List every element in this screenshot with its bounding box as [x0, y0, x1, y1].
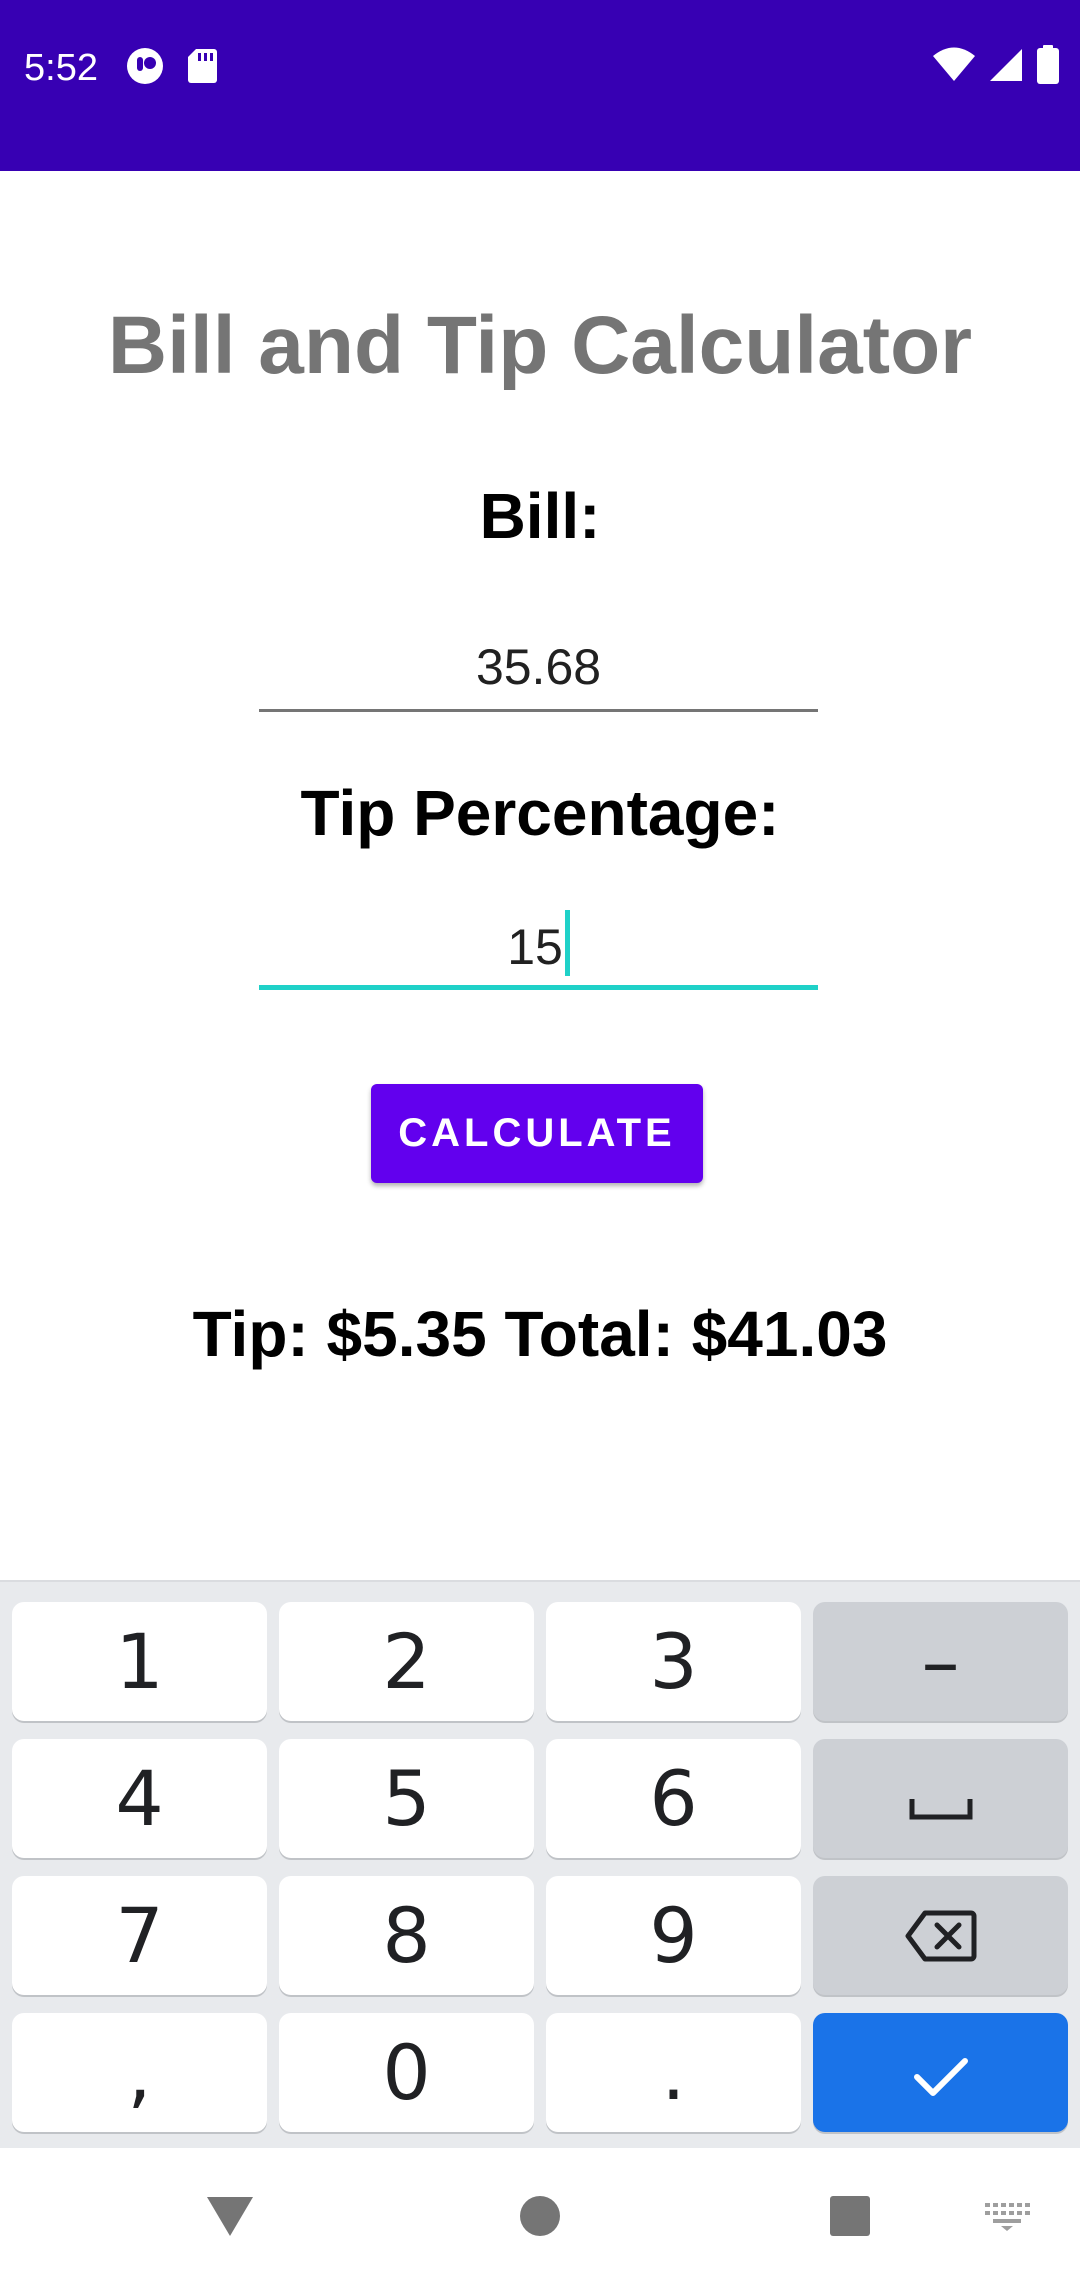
cell-signal-icon	[988, 47, 1024, 88]
notification-app-icon	[126, 47, 164, 90]
wifi-icon	[932, 47, 976, 88]
calculate-button-label: CALCULATE	[398, 1111, 676, 1155]
keyboard-switch-icon	[984, 2201, 1030, 2236]
checkmark-icon	[913, 2028, 969, 2117]
key-7[interactable]: 7	[12, 1876, 267, 1995]
back-icon	[205, 2194, 255, 2243]
phone-screen: 5:52 Bill and Tip Calculator Bill: 35.68…	[0, 0, 1080, 2280]
status-right-icons	[932, 44, 1060, 90]
recents-button[interactable]	[820, 2188, 880, 2248]
bill-label: Bill:	[479, 480, 601, 552]
key-minus-label: –	[921, 1617, 960, 1706]
key-1-label: 1	[115, 1617, 164, 1706]
key-3-label: 3	[649, 1617, 698, 1706]
back-button[interactable]	[200, 2188, 260, 2248]
key-4-label: 4	[115, 1754, 164, 1843]
page-title: Bill and Tip Calculator	[107, 300, 973, 391]
key-8[interactable]: 8	[279, 1876, 534, 1995]
key-period[interactable]: .	[546, 2013, 801, 2132]
key-9-label: 9	[649, 1891, 698, 1980]
key-0[interactable]: 0	[279, 2013, 534, 2132]
key-8-label: 8	[382, 1891, 431, 1980]
key-1[interactable]: 1	[12, 1602, 267, 1721]
recents-icon	[829, 2195, 871, 2242]
calculate-button[interactable]: CALCULATE	[371, 1084, 703, 1183]
key-6-label: 6	[649, 1754, 698, 1843]
key-3[interactable]: 3	[546, 1602, 801, 1721]
key-4[interactable]: 4	[12, 1739, 267, 1858]
result-text: Tip: $5.35 Total: $41.03	[192, 1298, 888, 1370]
key-5-label: 5	[382, 1754, 431, 1843]
bill-input-value: 35.68	[475, 639, 602, 695]
key-comma-label: ,	[127, 2028, 152, 2117]
key-5[interactable]: 5	[279, 1739, 534, 1858]
tip-percentage-label: Tip Percentage:	[300, 777, 780, 849]
battery-icon	[1036, 44, 1060, 90]
key-backspace[interactable]	[813, 1876, 1068, 1995]
key-0-label: 0	[382, 2028, 431, 2117]
key-period-label: .	[661, 2028, 686, 2117]
key-done[interactable]	[813, 2013, 1068, 2132]
status-time: 5:52	[24, 47, 98, 89]
key-2-label: 2	[382, 1617, 431, 1706]
text-cursor	[564, 910, 570, 976]
space-bar-icon	[909, 1754, 973, 1843]
tip-percentage-input[interactable]: 15	[259, 910, 818, 990]
key-9[interactable]: 9	[546, 1876, 801, 1995]
home-button[interactable]	[510, 2188, 570, 2248]
numeric-keyboard: 1 2 3 – 4 5 6 7 8 9 , 0 .	[0, 1580, 1080, 2148]
key-minus[interactable]: –	[813, 1602, 1068, 1721]
key-6[interactable]: 6	[546, 1739, 801, 1858]
key-2[interactable]: 2	[279, 1602, 534, 1721]
sd-card-icon	[186, 47, 218, 90]
bill-input[interactable]: 35.68	[259, 632, 818, 712]
tip-percentage-input-value: 15	[507, 919, 563, 975]
keyboard-switch-button[interactable]	[977, 2188, 1037, 2248]
home-icon	[518, 2194, 562, 2243]
key-comma[interactable]: ,	[12, 2013, 267, 2132]
status-left-icons	[126, 47, 218, 90]
status-bar: 5:52	[0, 0, 1080, 171]
backspace-icon	[905, 1891, 977, 1980]
key-space[interactable]	[813, 1739, 1068, 1858]
navigation-bar	[0, 2148, 1080, 2280]
key-7-label: 7	[115, 1891, 164, 1980]
